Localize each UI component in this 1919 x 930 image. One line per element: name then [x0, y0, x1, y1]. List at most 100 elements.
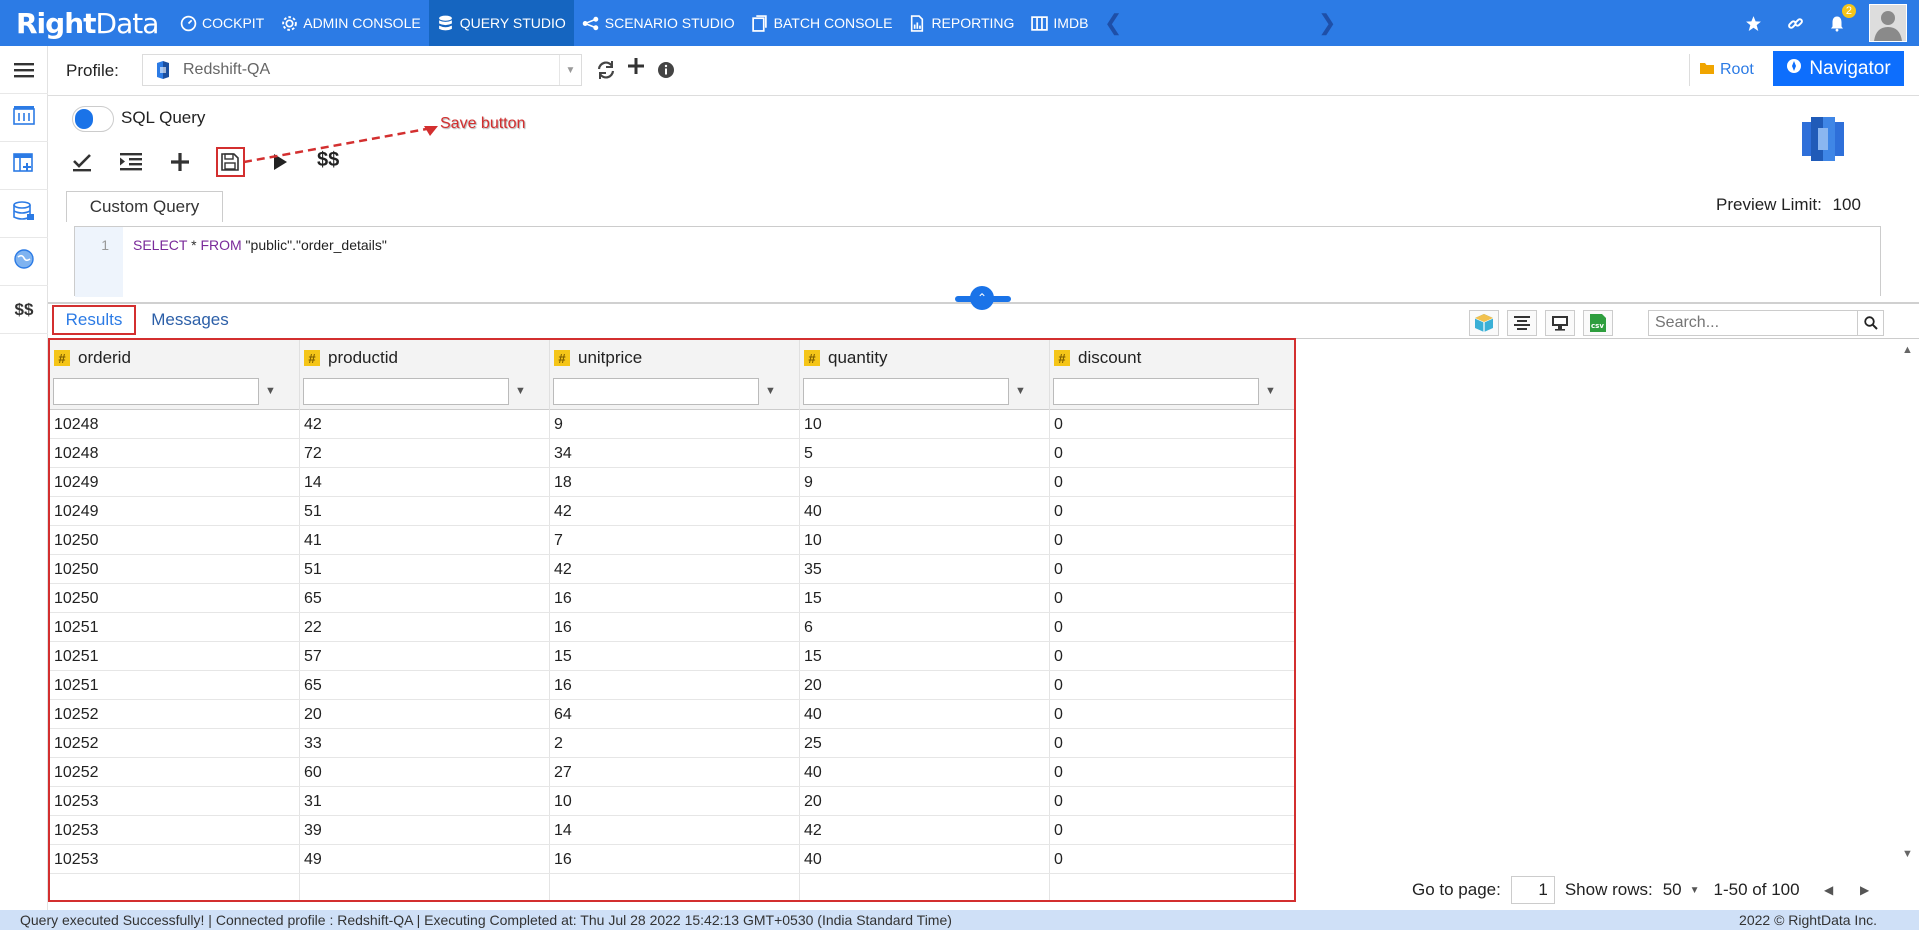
filter-dropdown-icon[interactable]: ▼ [515, 385, 526, 397]
rows-per-page-select[interactable]: 50 ▼ [1663, 880, 1700, 900]
table-row[interactable]: 10251 57 15 15 0 [50, 642, 1294, 671]
nav-cockpit[interactable]: COCKPIT [171, 0, 272, 46]
table-row[interactable]: 10251 65 16 20 0 [50, 671, 1294, 700]
page-range-label: 1-50 of 100 [1713, 880, 1800, 899]
nav-admin-console[interactable]: ADMIN CONSOLE [272, 0, 428, 46]
preview-limit-value[interactable]: 100 [1833, 195, 1861, 214]
redshift-profile-icon [153, 60, 173, 80]
table-cell: 20 [804, 793, 822, 810]
chevron-up-icon[interactable]: ⌃ [970, 286, 994, 310]
table-row[interactable]: 10251 22 16 6 0 [50, 613, 1294, 642]
nav-imdb[interactable]: IMDB [1022, 0, 1096, 46]
info-icon[interactable] [654, 58, 678, 82]
validate-icon[interactable] [70, 150, 94, 174]
refresh-icon[interactable] [594, 58, 618, 82]
filter-dropdown-icon[interactable]: ▼ [265, 385, 276, 397]
prev-page-icon[interactable]: ◀ [1814, 876, 1844, 904]
table-cell: 49 [304, 851, 322, 868]
results-search [1648, 310, 1884, 336]
table-cell: 41 [304, 532, 322, 549]
root-button[interactable]: Root [1689, 54, 1764, 86]
table-cell: 15 [554, 648, 572, 665]
column-filter-input[interactable] [803, 378, 1009, 405]
table-row[interactable]: 10248 72 34 5 0 [50, 439, 1294, 468]
monitor-icon[interactable] [1545, 310, 1575, 336]
add-query-icon[interactable] [168, 150, 192, 174]
sidebar-item-scenario[interactable] [0, 238, 48, 286]
avatar[interactable] [1869, 4, 1907, 42]
column-header[interactable]: # unitprice ▼ [550, 340, 800, 410]
sql-code[interactable]: SELECT * FROM "public"."order_details" [133, 237, 387, 253]
numeric-type-icon: # [1054, 350, 1070, 366]
format-indent-icon[interactable] [119, 150, 143, 174]
link-icon[interactable] [1785, 13, 1805, 33]
table-row[interactable]: 10250 51 42 35 0 [50, 555, 1294, 584]
cube-export-icon[interactable] [1469, 310, 1499, 336]
scroll-down-icon[interactable]: ▼ [1902, 848, 1913, 860]
column-filter-input[interactable] [53, 378, 259, 405]
column-filter-input[interactable] [553, 378, 759, 405]
navigator-button[interactable]: Navigator [1773, 51, 1904, 86]
profile-select[interactable]: Redshift-QA ▼ [142, 54, 582, 86]
chevron-down-icon[interactable]: ▼ [559, 55, 581, 85]
filter-dropdown-icon[interactable]: ▼ [1265, 385, 1276, 397]
table-row[interactable]: 10253 49 16 40 0 [50, 845, 1294, 874]
star-icon[interactable] [1743, 13, 1763, 33]
nav-batch-console[interactable]: BATCH CONSOLE [743, 0, 901, 46]
table-row[interactable]: 10250 41 7 10 0 [50, 526, 1294, 555]
column-header[interactable]: # quantity ▼ [800, 340, 1050, 410]
table-row[interactable]: 10248 42 9 10 0 [50, 410, 1294, 439]
column-filter-input[interactable] [1053, 378, 1259, 405]
table-row[interactable]: 10253 39 14 42 0 [50, 816, 1294, 845]
table-cell: 10251 [54, 619, 99, 636]
table-row[interactable]: 10252 33 2 25 0 [50, 729, 1294, 758]
search-icon[interactable] [1857, 311, 1883, 335]
tab-messages[interactable]: Messages [140, 305, 240, 335]
sidebar-item-table-add[interactable] [0, 142, 48, 190]
sidebar-item-database[interactable] [0, 190, 48, 238]
scroll-up-icon[interactable]: ▲ [1902, 344, 1913, 356]
tab-custom-query[interactable]: Custom Query [66, 191, 223, 222]
sidebar-item-catalog[interactable] [0, 94, 48, 142]
align-center-icon[interactable] [1507, 310, 1537, 336]
sql-keyword-from: FROM [200, 237, 242, 253]
sql-query-toggle[interactable] [72, 106, 114, 132]
table-row[interactable]: 10253 31 10 20 0 [50, 787, 1294, 816]
table-row[interactable]: 10250 65 16 15 0 [50, 584, 1294, 613]
nav-scroll-left-icon[interactable]: ❮ [1104, 12, 1122, 34]
search-input[interactable] [1649, 312, 1857, 334]
status-bar: Query executed Successfully! | Connected… [0, 910, 1919, 930]
sidebar-item-dollars[interactable]: $$ [0, 286, 48, 334]
report-icon [908, 14, 926, 32]
column-header[interactable]: # discount ▼ [1050, 340, 1294, 410]
nav-reporting[interactable]: REPORTING [900, 0, 1022, 46]
sql-editor[interactable]: 1 SELECT * FROM "public"."order_details" [74, 226, 1881, 297]
rightdata-logo[interactable]: Right Data [16, 6, 159, 40]
page-number-input[interactable]: 1 [1510, 876, 1555, 904]
filter-dropdown-icon[interactable]: ▼ [765, 385, 776, 397]
next-page-icon[interactable]: ▶ [1850, 876, 1880, 904]
add-profile-icon[interactable] [624, 54, 648, 78]
nav-query-studio[interactable]: QUERY STUDIO [428, 0, 574, 46]
filter-dropdown-icon[interactable]: ▼ [1015, 385, 1026, 397]
table-row[interactable]: 10252 60 27 40 0 [50, 758, 1294, 787]
column-header[interactable]: # productid ▼ [300, 340, 550, 410]
table-cell: 0 [1054, 474, 1063, 491]
tab-results[interactable]: Results [52, 305, 136, 335]
gear-icon [280, 14, 298, 32]
table-row[interactable]: 10249 51 42 40 0 [50, 497, 1294, 526]
hamburger-menu-icon[interactable] [0, 46, 48, 94]
table-cell: 10250 [54, 590, 99, 607]
column-filter-input[interactable] [303, 378, 509, 405]
table-cell: 10253 [54, 851, 99, 868]
table-cell: 10 [804, 416, 822, 433]
nav-scenario-studio[interactable]: SCENARIO STUDIO [574, 0, 743, 46]
bell-icon[interactable]: 2 [1827, 4, 1856, 33]
table-cell: 64 [554, 706, 572, 723]
table-row[interactable]: 10249 14 18 9 0 [50, 468, 1294, 497]
csv-export-icon[interactable]: csv [1583, 310, 1613, 336]
save-icon[interactable] [218, 150, 242, 174]
nav-scroll-right-icon[interactable]: ❯ [1318, 12, 1336, 34]
column-header[interactable]: # orderid ▼ [50, 340, 300, 410]
table-row[interactable]: 10252 20 64 40 0 [50, 700, 1294, 729]
